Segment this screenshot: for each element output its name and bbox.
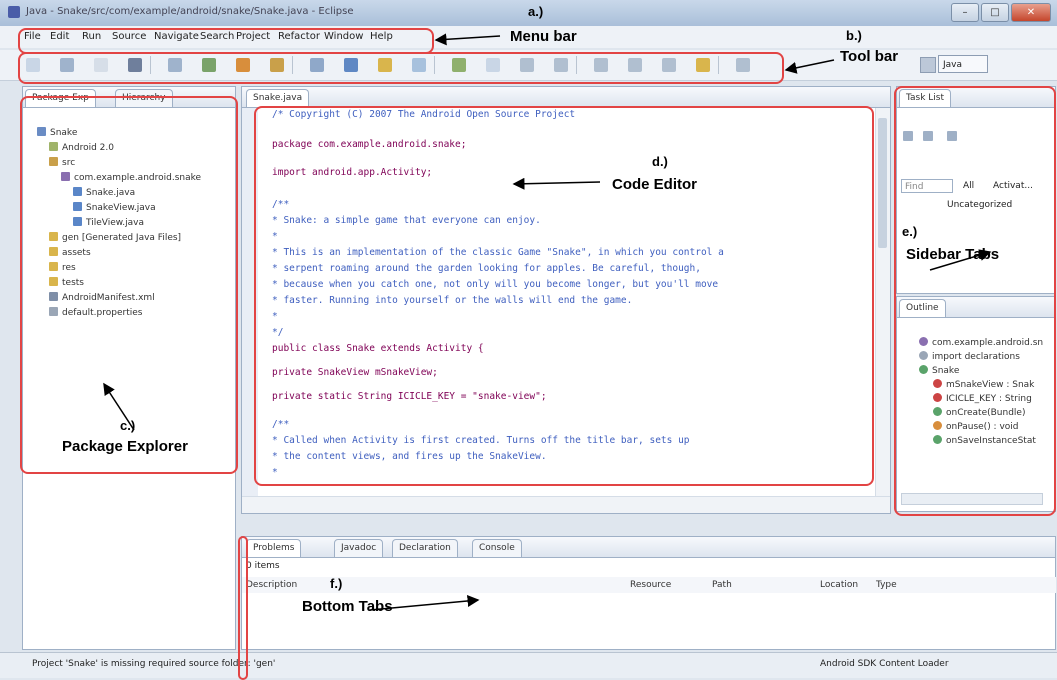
- arrow-menu-bar: [434, 33, 501, 46]
- arrow-sidebar-tabs: [929, 249, 992, 271]
- arrow-package-explorer: [103, 382, 135, 431]
- annotation-arrows: [103, 33, 992, 611]
- arrow-tool-bar: [784, 59, 835, 74]
- arrow-bottom-tabs: [369, 594, 480, 611]
- arrow-code-editor: [512, 177, 601, 190]
